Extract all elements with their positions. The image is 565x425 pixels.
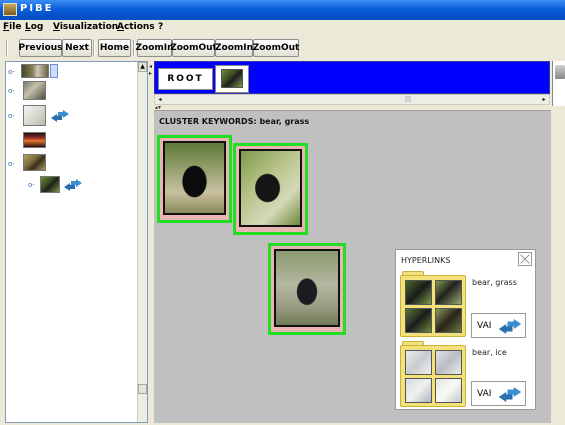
root-button[interactable]: ROOT bbox=[158, 68, 213, 90]
photo-card[interactable] bbox=[268, 243, 346, 335]
thumbnail bbox=[405, 280, 432, 305]
thumbnail[interactable] bbox=[40, 176, 60, 193]
vai-label: VAI bbox=[477, 389, 492, 399]
bidirectional-arrow-icon bbox=[498, 387, 522, 402]
menu-visualization[interactable]: Visualization bbox=[53, 22, 118, 32]
horizontal-scrollbar[interactable]: ◂ ||| ▸ bbox=[154, 94, 550, 105]
thumbnail[interactable] bbox=[23, 154, 46, 171]
bear-photo[interactable] bbox=[163, 141, 226, 215]
next-button[interactable]: Next bbox=[62, 39, 92, 57]
thumbnail[interactable] bbox=[23, 132, 46, 148]
thumbnail bbox=[435, 350, 462, 375]
bidirectional-arrow-icon[interactable] bbox=[63, 179, 83, 191]
cluster-tree[interactable]: o- o- o- o- o- ▲ bbox=[5, 61, 148, 423]
menu-file[interactable]: File bbox=[3, 22, 21, 32]
cluster-folder[interactable] bbox=[400, 345, 466, 407]
title-bar: PIBE bbox=[0, 0, 565, 20]
close-icon[interactable] bbox=[518, 252, 532, 266]
scroll-left-icon[interactable]: ◂ bbox=[155, 95, 165, 104]
thumbnail bbox=[405, 378, 432, 403]
app-icon bbox=[3, 3, 17, 16]
bidirectional-arrow-icon bbox=[498, 319, 522, 334]
link-keywords: bear, ice bbox=[472, 348, 507, 357]
thumbnail[interactable] bbox=[23, 105, 46, 126]
cluster-folder[interactable] bbox=[400, 275, 466, 337]
thumbnail bbox=[405, 308, 432, 333]
thumbnail[interactable] bbox=[21, 64, 49, 78]
zoomin-button-1[interactable]: ZoomIn bbox=[135, 39, 174, 57]
photo-card[interactable] bbox=[233, 143, 308, 235]
scroll-thumb[interactable] bbox=[138, 384, 147, 394]
hyperlinks-title: HYPERLINKS bbox=[401, 256, 451, 265]
zoomin-button-2[interactable]: ZoomIn bbox=[215, 39, 253, 57]
tree-handle-icon[interactable]: o- bbox=[8, 68, 15, 76]
menu-log[interactable]: Log bbox=[25, 22, 43, 32]
trash-icon[interactable] bbox=[555, 65, 565, 79]
vai-label: VAI bbox=[477, 321, 492, 331]
window-title: PIBE bbox=[20, 3, 54, 14]
splitter-arrows-icon[interactable]: ◂ ▸ bbox=[149, 63, 152, 77]
thumbnail[interactable] bbox=[23, 81, 46, 100]
bear-photo[interactable] bbox=[239, 149, 302, 227]
toolbar-separator bbox=[93, 40, 95, 56]
vai-button[interactable]: VAI bbox=[471, 313, 526, 338]
toolbar-separator bbox=[6, 40, 8, 56]
tree-handle-icon[interactable]: o- bbox=[8, 112, 15, 120]
zoomout-button-2[interactable]: ZoomOut bbox=[253, 39, 299, 57]
scroll-grip[interactable]: ||| bbox=[405, 96, 411, 103]
toolbar: Previous Next Home ZoomIn ZoomOut ZoomIn… bbox=[0, 37, 565, 59]
root-thumbnail[interactable] bbox=[215, 65, 249, 93]
vai-button[interactable]: VAI bbox=[471, 381, 526, 406]
home-button[interactable]: Home bbox=[98, 39, 131, 57]
tree-handle-icon[interactable]: o- bbox=[8, 160, 15, 168]
thumbnail bbox=[435, 280, 462, 305]
thumbnail bbox=[435, 308, 462, 333]
photo-card[interactable] bbox=[157, 135, 232, 223]
link-keywords: bear, grass bbox=[472, 278, 517, 287]
scroll-right-icon[interactable]: ▸ bbox=[539, 95, 549, 104]
breadcrumb-bar: ROOT bbox=[154, 61, 550, 94]
tree-handle-icon[interactable]: o- bbox=[8, 87, 15, 95]
menu-help[interactable]: ? bbox=[158, 22, 163, 32]
zoomout-button-1[interactable]: ZoomOut bbox=[170, 39, 217, 57]
tree-handle-icon[interactable]: o- bbox=[28, 181, 35, 189]
tree-scrollbar[interactable]: ▲ bbox=[137, 62, 147, 422]
thumbnail bbox=[435, 378, 462, 403]
menu-actions[interactable]: Actions bbox=[117, 22, 155, 32]
scroll-up-icon[interactable]: ▲ bbox=[138, 62, 147, 72]
thumbnail bbox=[221, 69, 243, 88]
thumbnail bbox=[405, 350, 432, 375]
cluster-keywords: CLUSTER KEYWORDS: bear, grass bbox=[159, 117, 310, 126]
side-widget bbox=[552, 61, 565, 106]
selection-marker bbox=[50, 64, 58, 78]
hyperlinks-panel: HYPERLINKS bear, grass VAI bear, ice VAI bbox=[395, 249, 536, 410]
bidirectional-arrow-icon[interactable] bbox=[50, 110, 70, 122]
bear-photo[interactable] bbox=[274, 249, 340, 327]
previous-button[interactable]: Previous bbox=[18, 39, 63, 57]
menu-bar: File Log Visualization Actions ? bbox=[0, 20, 565, 36]
